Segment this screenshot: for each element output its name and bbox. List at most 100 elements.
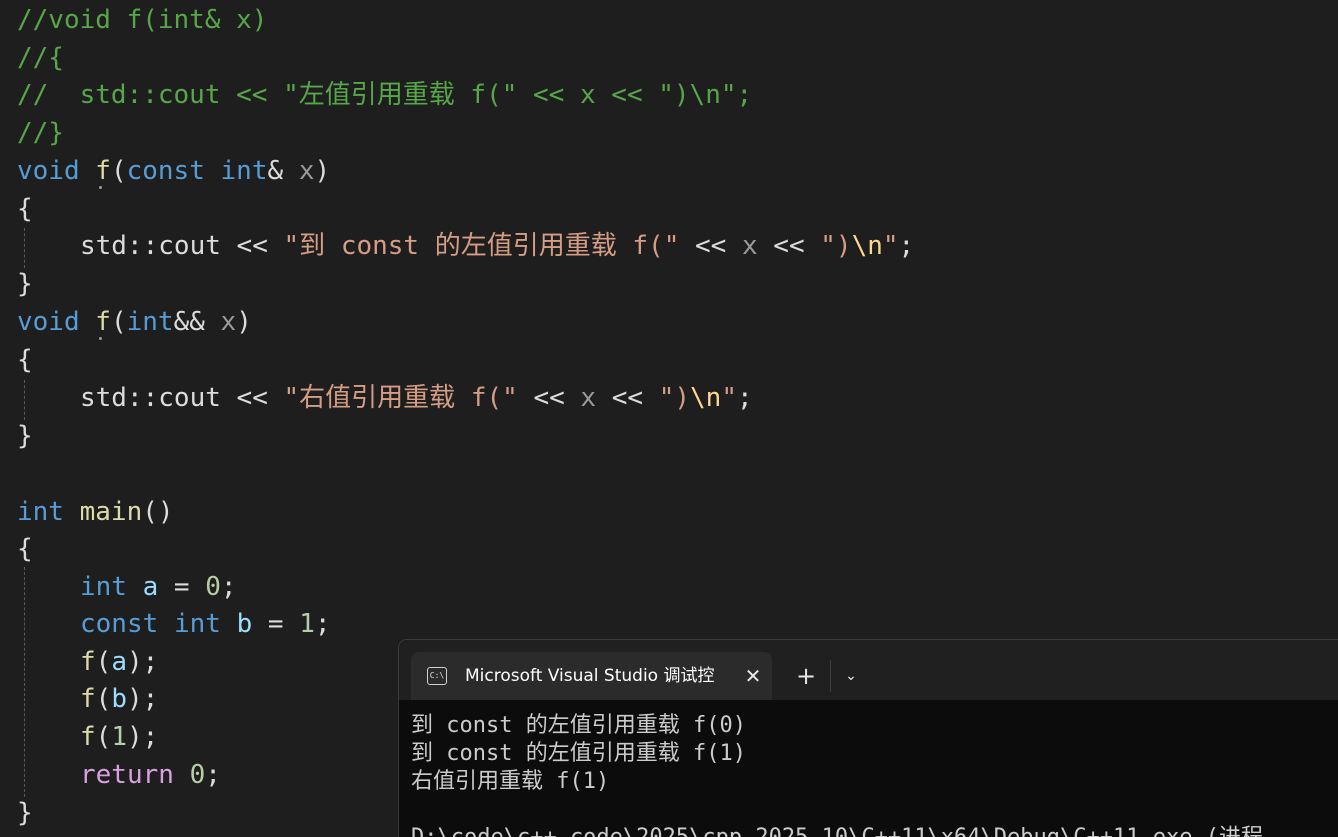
semicolon: ; [898, 231, 915, 261]
operator-shift: << [757, 231, 821, 261]
keyword-int: int [220, 156, 268, 186]
code-line-comment: //void f(int& x) [17, 5, 268, 35]
terminal-titlebar: C:\ Microsoft Visual Studio 调试控 ✕ + ⌄ [399, 640, 1338, 700]
string-literal: "右值引用重载 f(" [283, 383, 518, 413]
code-line-comment: // std::cout << "左值引用重载 f(" << x << ")\n… [17, 80, 753, 110]
paren-close: ) [314, 156, 331, 186]
hint-dot [99, 337, 102, 340]
variable-b: b [236, 609, 253, 639]
param-x: x [741, 231, 758, 261]
semicolon: ; [220, 572, 237, 602]
keyword-int: int [126, 307, 174, 337]
keyword-int: int [17, 497, 64, 527]
chevron-down-icon[interactable]: ⌄ [839, 662, 863, 690]
code-line-const-int-b: const int b = 1; [17, 606, 331, 642]
code-line-brace: { [17, 534, 33, 564]
double-ampersand: && [173, 307, 205, 337]
semicolon: ; [736, 383, 753, 413]
number-literal: 0 [205, 572, 221, 602]
number-literal: 1 [299, 609, 315, 639]
output-line: D:\code\c++-code\2025\cpp-2025-10\C++11\… [411, 824, 1263, 837]
titlebar-divider [830, 660, 831, 692]
keyword-const: const [80, 609, 159, 639]
terminal-window[interactable]: C:\ Microsoft Visual Studio 调试控 ✕ + ⌄ 到 … [399, 640, 1338, 837]
param-x: x [298, 156, 315, 186]
code-line-func-rvalue-decl: void f(int&& x) [17, 304, 252, 340]
string-quote: " [882, 231, 899, 261]
console-icon: C:\ [427, 667, 447, 685]
function-name-f: f [95, 307, 111, 337]
operator-shift: << [596, 383, 659, 413]
number-literal: 0 [189, 760, 206, 790]
code-line-cout-rvalue: std::cout << "右值引用重载 f(" << x << ")\n"; [17, 380, 753, 416]
code-line-func-const-decl: void f(const int& x) [17, 153, 330, 189]
paren-open: ( [95, 647, 112, 677]
paren-open: ( [110, 156, 127, 186]
code-line-brace: { [17, 194, 33, 224]
code-line-call-f-1: f(1); [17, 719, 158, 755]
code-line-cout-const: std::cout << "到 const 的左值引用重载 f(" << x <… [17, 228, 914, 264]
operator-shift: << [220, 231, 284, 261]
code-line-brace: } [17, 798, 33, 828]
paren-open: ( [95, 722, 112, 752]
keyword-return: return [80, 760, 174, 790]
paren-close: ) [126, 647, 143, 677]
string-paren: ) [835, 231, 852, 261]
semicolon: ; [142, 647, 159, 677]
paren-open: ( [110, 307, 127, 337]
function-call-f: f [80, 647, 96, 677]
output-line: 到 const 的左值引用重载 f(1) [411, 741, 746, 766]
keyword-const: const [126, 156, 205, 186]
number-literal: 1 [111, 722, 127, 752]
operator-assign: = [158, 572, 206, 602]
paren-close: ) [126, 722, 143, 752]
output-line: 右值引用重载 f(1) [411, 769, 610, 794]
output-line: 到 const 的左值引用重载 f(0) [411, 713, 746, 738]
std-cout: std::cout [80, 383, 221, 413]
code-line-call-f-b: f(b); [17, 681, 158, 717]
string-literal: "到 const 的左值引用重载 f(" [283, 231, 680, 261]
code-line-brace: } [17, 421, 33, 451]
string-quote: " [820, 231, 836, 261]
operator-shift: << [517, 383, 581, 413]
string-paren: ) [674, 383, 691, 413]
variable-a: a [111, 647, 127, 677]
keyword-void: void [17, 156, 80, 186]
keyword-void: void [17, 307, 80, 337]
code-line-int-a: int a = 0; [17, 569, 237, 605]
hint-dot [99, 186, 102, 189]
code-line-main-decl: int main() [17, 494, 174, 530]
terminal-output[interactable]: 到 const 的左值引用重载 f(0) 到 const 的左值引用重载 f(1… [411, 712, 1263, 837]
variable-b: b [111, 684, 127, 714]
code-line-brace: } [17, 269, 33, 299]
function-call-f: f [80, 684, 96, 714]
ampersand: & [267, 156, 284, 186]
variable-a: a [142, 572, 159, 602]
tab-title: Microsoft Visual Studio 调试控 [465, 666, 715, 686]
paren-open: ( [95, 684, 112, 714]
terminal-tab[interactable]: C:\ Microsoft Visual Studio 调试控 ✕ [411, 652, 772, 700]
operator-shift: << [679, 231, 742, 261]
escape-newline: \n [690, 383, 722, 413]
code-line-comment: //} [17, 118, 64, 148]
semicolon: ; [142, 722, 159, 752]
paren-close: ) [236, 307, 252, 337]
string-quote: " [658, 383, 675, 413]
function-name-f: f [95, 156, 111, 186]
keyword-int: int [173, 609, 221, 639]
function-name-main: main [79, 497, 143, 527]
operator-shift: << [220, 383, 284, 413]
semicolon: ; [142, 684, 159, 714]
code-line-comment: //{ [17, 43, 64, 73]
new-tab-button[interactable]: + [794, 662, 818, 690]
std-cout: std::cout [80, 231, 221, 261]
escape-newline: \n [851, 231, 883, 261]
function-call-f: f [80, 722, 96, 752]
close-icon[interactable]: ✕ [741, 664, 765, 688]
param-x: x [580, 383, 597, 413]
code-line-return: return 0; [17, 757, 221, 793]
keyword-int: int [80, 572, 127, 602]
semicolon: ; [205, 760, 221, 790]
code-line-call-f-a: f(a); [17, 644, 158, 680]
